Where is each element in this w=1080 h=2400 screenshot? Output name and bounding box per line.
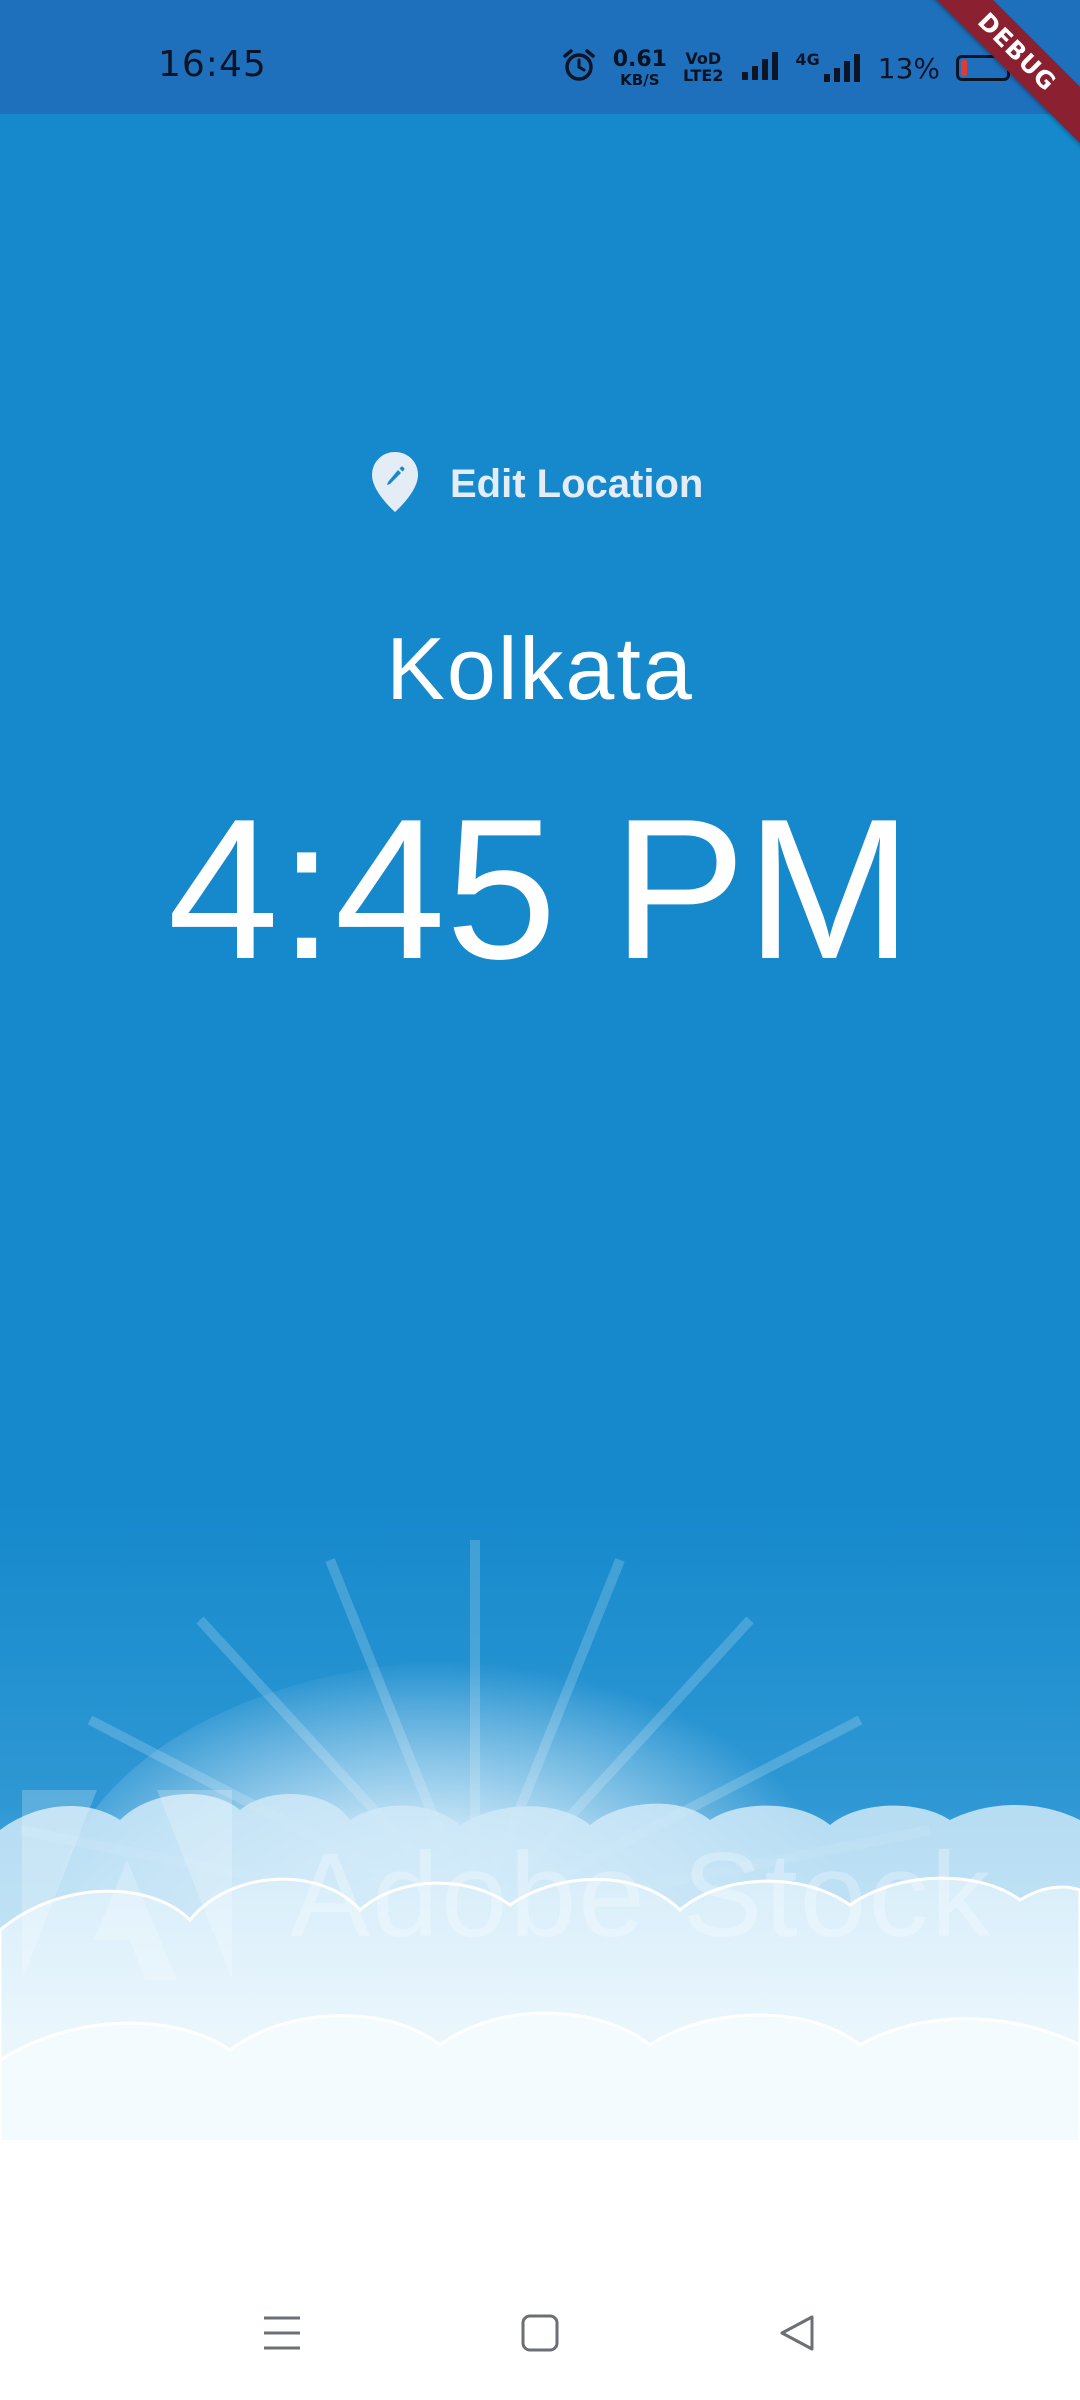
volte-line2: LTE2 <box>682 66 724 85</box>
edit-location-icon <box>372 452 418 517</box>
signal-icon <box>740 50 780 87</box>
back-button[interactable] <box>748 2290 848 2380</box>
net-speed-value: 0.61 <box>612 46 667 72</box>
city-name: Kolkata <box>386 619 694 718</box>
status-bar: 16:45 0.61 KB/S VoD LTE2 4G 13% <box>0 0 1080 114</box>
back-icon <box>778 2313 818 2358</box>
battery-fill <box>961 60 967 76</box>
net-speed-unit: KB/S <box>620 70 660 89</box>
volte-indicator: VoD LTE2 <box>682 50 724 85</box>
battery-percent: 13% <box>877 51 940 85</box>
app-screen: 16:45 0.61 KB/S VoD LTE2 4G 13% DEBUG Ad… <box>0 0 1080 2400</box>
navigation-bar <box>0 2268 1080 2400</box>
network-type-label: 4G <box>795 50 820 69</box>
menu-icon <box>262 2315 302 2356</box>
menu-button[interactable] <box>232 2290 332 2380</box>
adobe-logo <box>22 1790 232 1985</box>
home-button[interactable] <box>490 2290 590 2380</box>
home-icon <box>520 2313 560 2358</box>
watermark-text: Adobe Stock <box>290 1828 993 1962</box>
alarm-icon <box>561 48 597 89</box>
time-display: 4:45 PM <box>167 778 913 1001</box>
signal-4g-icon: 4G <box>796 52 862 84</box>
status-time: 16:45 <box>158 44 267 85</box>
edit-location-label: Edit Location <box>450 462 704 506</box>
status-icons: 0.61 KB/S VoD LTE2 4G 13% <box>561 38 1015 98</box>
network-speed: 0.61 KB/S <box>612 46 667 89</box>
edit-location-button[interactable]: Edit Location <box>372 452 703 517</box>
